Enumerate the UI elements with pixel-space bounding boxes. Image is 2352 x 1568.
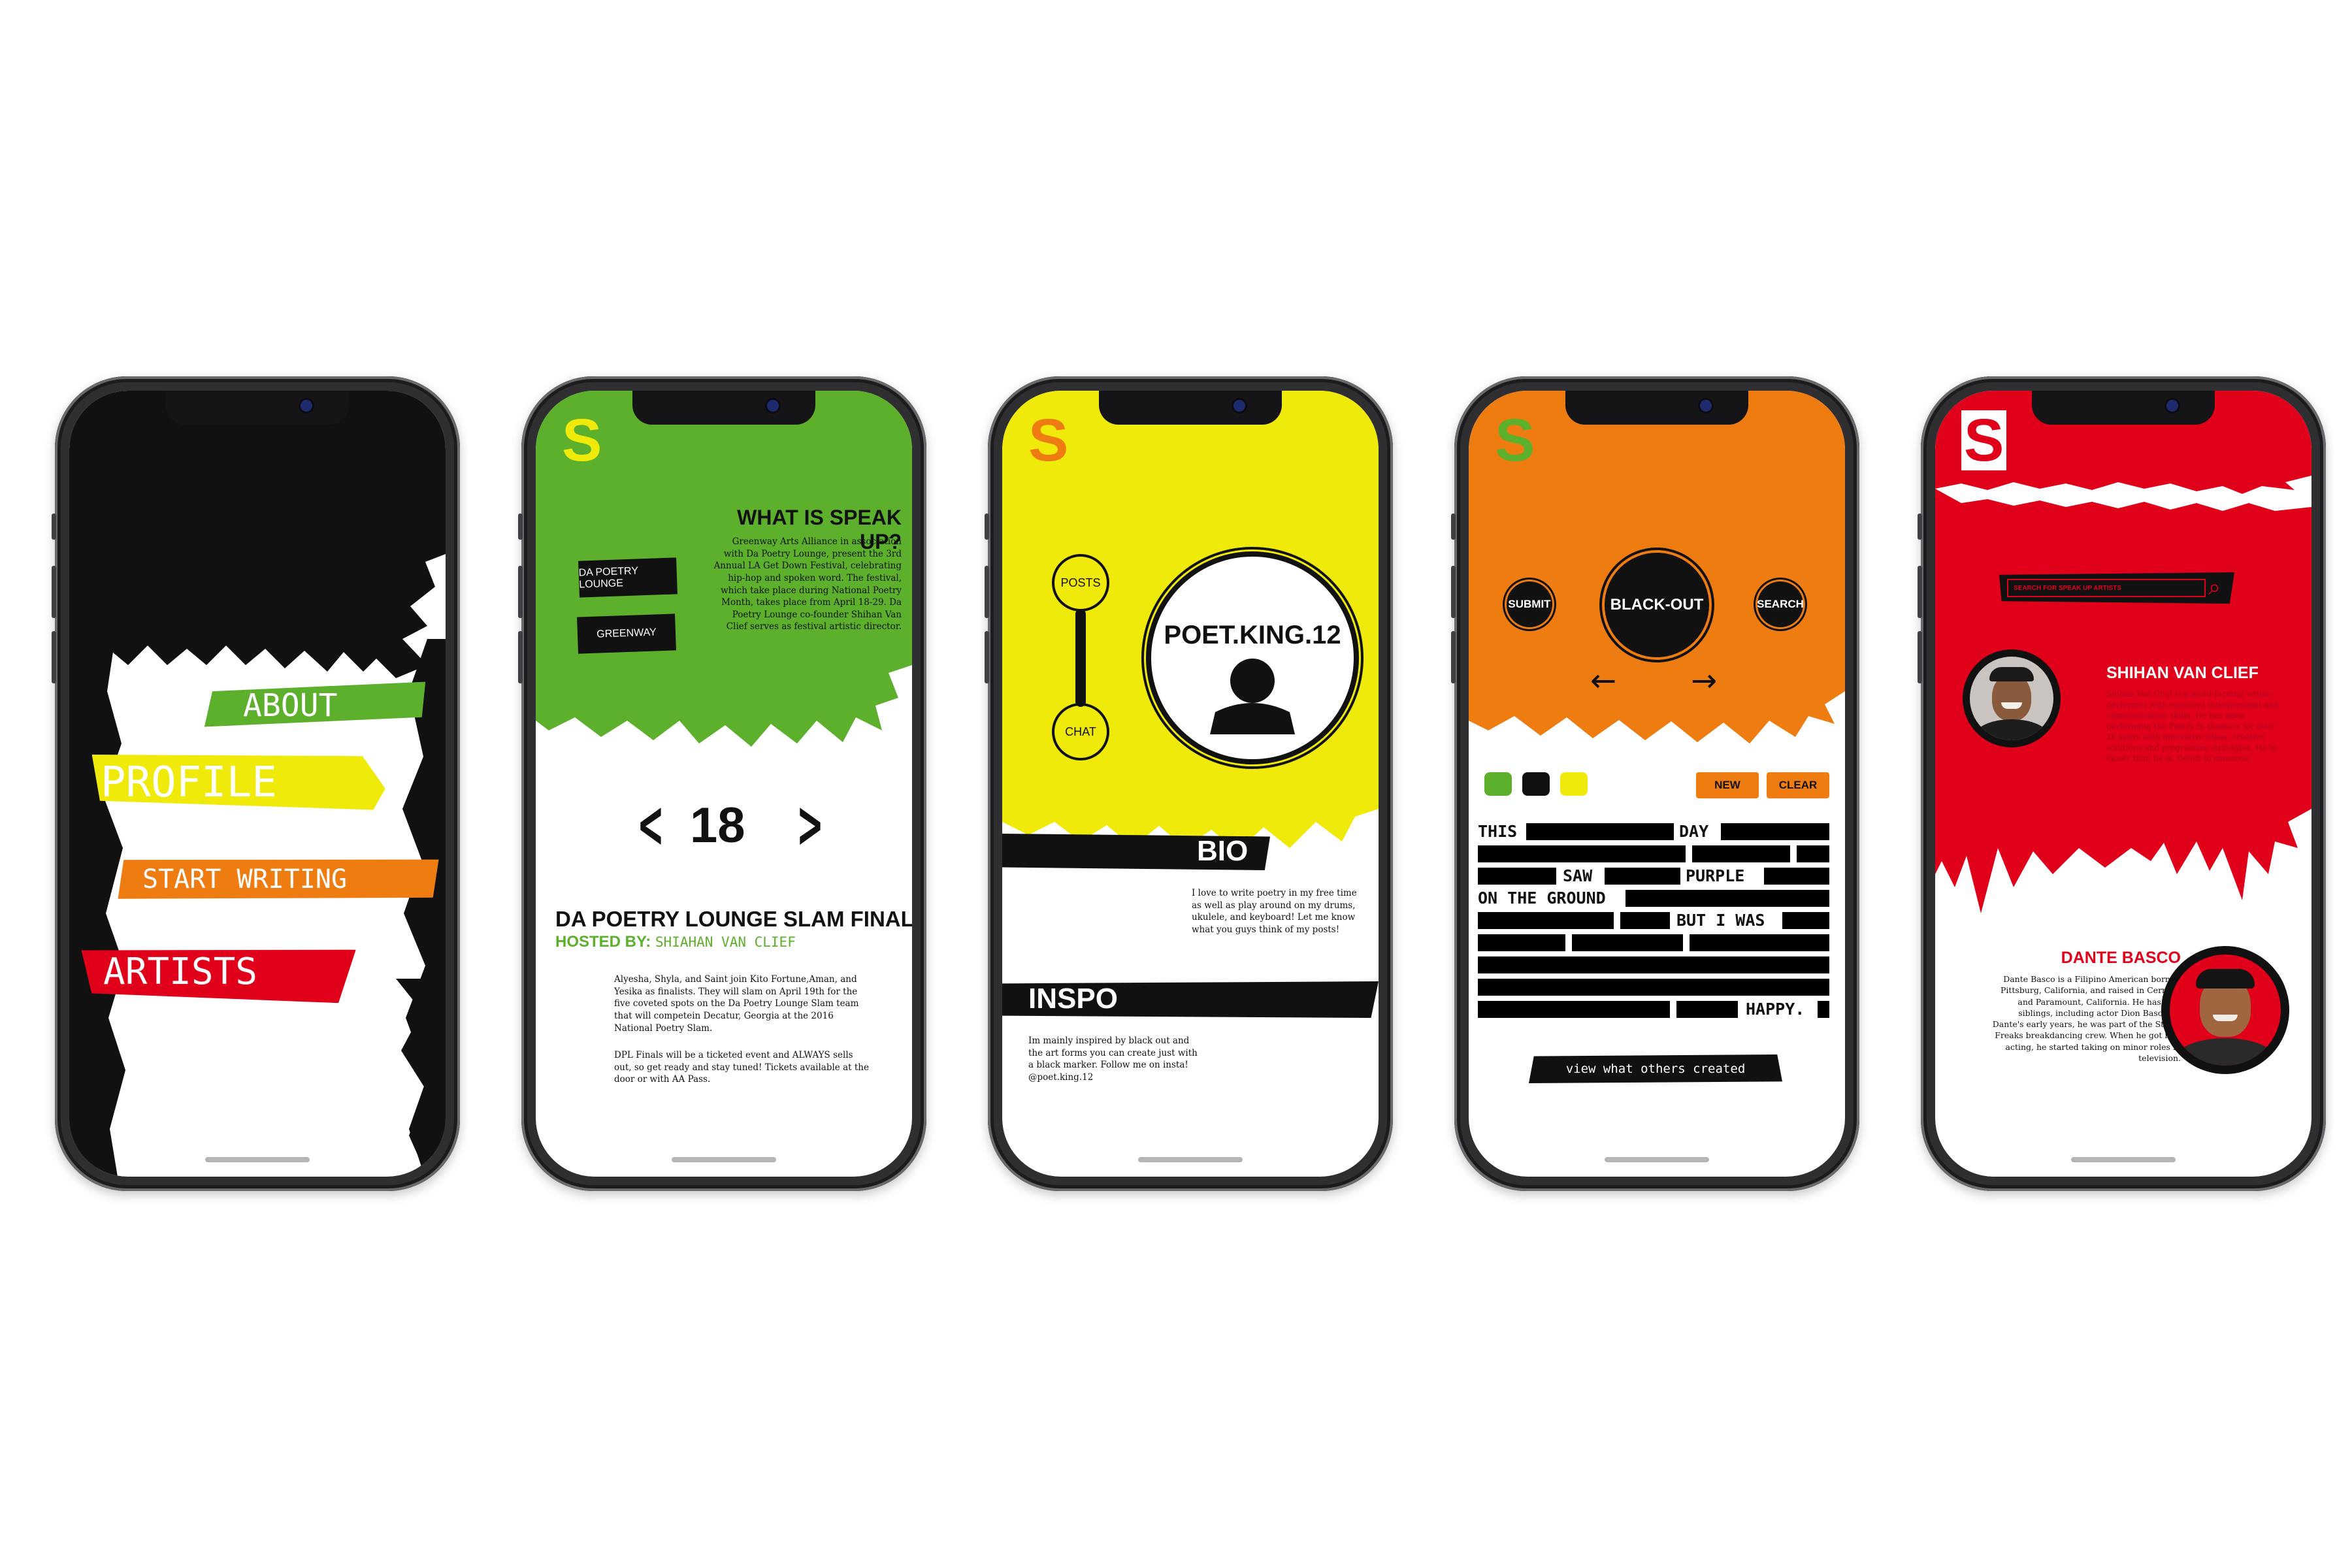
avatar: POET.KING.12 bbox=[1146, 551, 1359, 764]
notch bbox=[1099, 391, 1282, 425]
artist1-bio: Shihan Van Clief is a multi-faceted writ… bbox=[2106, 689, 2279, 764]
app-title: SPEAK UP bbox=[78, 391, 428, 600]
swatch-green[interactable] bbox=[1484, 772, 1512, 796]
menu-artists[interactable]: ARTISTS bbox=[103, 954, 257, 990]
artist2-name: DANTE BASCO bbox=[2061, 949, 2181, 967]
chevron-left-icon[interactable]: < bbox=[637, 792, 664, 857]
home-indicator bbox=[205, 1157, 310, 1162]
about-screen: S WHAT IS SPEAK UP? Greenway Arts Allian… bbox=[536, 391, 912, 1177]
word-on-the-ground: ON THE GROUND bbox=[1478, 889, 1606, 907]
phone-blackout: S SUBMIT BLACK-OUT SEARCH ← → NEW CLEAR … bbox=[1451, 376, 1859, 1191]
avatar-dante[interactable] bbox=[2161, 946, 2289, 1074]
date-number: 18 bbox=[690, 798, 745, 853]
inspo-label: INSPO bbox=[1028, 983, 1118, 1015]
notch bbox=[632, 391, 815, 425]
home-indicator bbox=[1605, 1157, 1709, 1162]
search-button[interactable]: SEARCH bbox=[1757, 581, 1804, 627]
profile-screen: S POSTS CHAT POET.KING.12 BIO I love to … bbox=[1002, 391, 1379, 1177]
chevron-right-icon[interactable]: > bbox=[796, 792, 824, 857]
arrow-right-icon[interactable]: → bbox=[1691, 665, 1717, 696]
artists-screen: S SEARCH FOR SPEAK UP ARTISTS ⌕ SHIHAN V… bbox=[1935, 391, 2311, 1177]
phone-artists: S SEARCH FOR SPEAK UP ARTISTS ⌕ SHIHAN V… bbox=[1918, 376, 2326, 1191]
nav-posts[interactable]: POSTS bbox=[1052, 554, 1109, 612]
arrow-left-icon[interactable]: ← bbox=[1590, 665, 1616, 696]
phone-home: SPEAK UP ABOUT PROFILE START WRITING ARTI… bbox=[52, 376, 460, 1191]
view-others-button[interactable]: view what others created bbox=[1529, 1054, 1782, 1083]
artist1-name: SHIHAN VAN CLIEF bbox=[2106, 664, 2259, 682]
menu-about[interactable]: ABOUT bbox=[243, 690, 338, 721]
swatch-yellow[interactable] bbox=[1560, 772, 1588, 796]
submit-button[interactable]: SUBMIT bbox=[1507, 581, 1552, 627]
phone-about: S WHAT IS SPEAK UP? Greenway Arts Allian… bbox=[518, 376, 926, 1191]
word-day: DAY bbox=[1679, 822, 1709, 841]
word-happy: HAPPY. bbox=[1746, 1000, 1805, 1019]
notch bbox=[2032, 391, 2215, 425]
new-button[interactable]: NEW bbox=[1696, 772, 1759, 798]
phone-profile: S POSTS CHAT POET.KING.12 BIO I love to … bbox=[985, 376, 1393, 1191]
event-body-1: Alyesha, Shyla, and Saint join Kito Fort… bbox=[614, 974, 859, 1034]
word-but-i-was: BUT I WAS bbox=[1676, 911, 1765, 930]
home-indicator bbox=[672, 1157, 776, 1162]
person-silhouette-icon bbox=[1210, 659, 1295, 734]
swatch-black[interactable] bbox=[1522, 772, 1550, 796]
search-icon[interactable]: ⌕ bbox=[2208, 576, 2221, 598]
app-logo[interactable]: S bbox=[1028, 410, 1068, 470]
host-name: SHIAHAN VAN CLIEF bbox=[655, 934, 796, 950]
app-logo[interactable]: S bbox=[1495, 410, 1535, 470]
blackout-screen: S SUBMIT BLACK-OUT SEARCH ← → NEW CLEAR … bbox=[1469, 391, 1845, 1177]
word-saw: SAW bbox=[1563, 866, 1593, 885]
notch bbox=[1565, 391, 1748, 425]
app-logo[interactable]: S bbox=[1961, 410, 2007, 470]
username: POET.KING.12 bbox=[1164, 621, 1341, 649]
notch bbox=[166, 391, 349, 425]
bio-text: I love to write poetry in my free time a… bbox=[1192, 888, 1357, 935]
nav-chat[interactable]: CHAT bbox=[1052, 703, 1109, 760]
menu-start-writing[interactable]: START WRITING bbox=[142, 866, 347, 892]
menu-profile[interactable]: PROFILE bbox=[101, 762, 277, 804]
artist2-bio: Dante Basco is a Filipino American born … bbox=[1992, 974, 2181, 1063]
tag-greenway[interactable]: GREENWAY bbox=[577, 613, 676, 654]
inspo-text: Im mainly inspired by black out and the … bbox=[1028, 1036, 1198, 1083]
app-logo[interactable]: S bbox=[562, 410, 602, 470]
event-title: DA POETRY LOUNGE SLAM FINALS bbox=[555, 907, 912, 931]
home-indicator bbox=[1138, 1157, 1243, 1162]
avatar-shihan[interactable] bbox=[1963, 649, 2061, 747]
hosted-label: HOSTED BY: bbox=[555, 933, 651, 951]
word-purple: PURPLE bbox=[1686, 866, 1745, 885]
home-screen: SPEAK UP ABOUT PROFILE START WRITING ARTI… bbox=[69, 391, 446, 1177]
word-this: THIS bbox=[1478, 822, 1518, 841]
about-intro: Greenway Arts Alliance in association wi… bbox=[713, 536, 902, 632]
event-body-2: DPL Finals will be a ticketed event and … bbox=[614, 1050, 869, 1085]
tag-da-poetry-lounge[interactable]: DA POETRY LOUNGE bbox=[578, 557, 678, 598]
event-host: HOSTED BY: SHIAHAN VAN CLIEF bbox=[555, 933, 796, 951]
clear-button[interactable]: CLEAR bbox=[1767, 772, 1829, 798]
nav-connector bbox=[1075, 609, 1086, 707]
blackout-button[interactable]: BLACK-OUT bbox=[1605, 553, 1709, 657]
home-indicator bbox=[2071, 1157, 2176, 1162]
artist-search-input[interactable]: SEARCH FOR SPEAK UP ARTISTS bbox=[2007, 579, 2206, 597]
bio-label: BIO bbox=[1197, 835, 1249, 867]
